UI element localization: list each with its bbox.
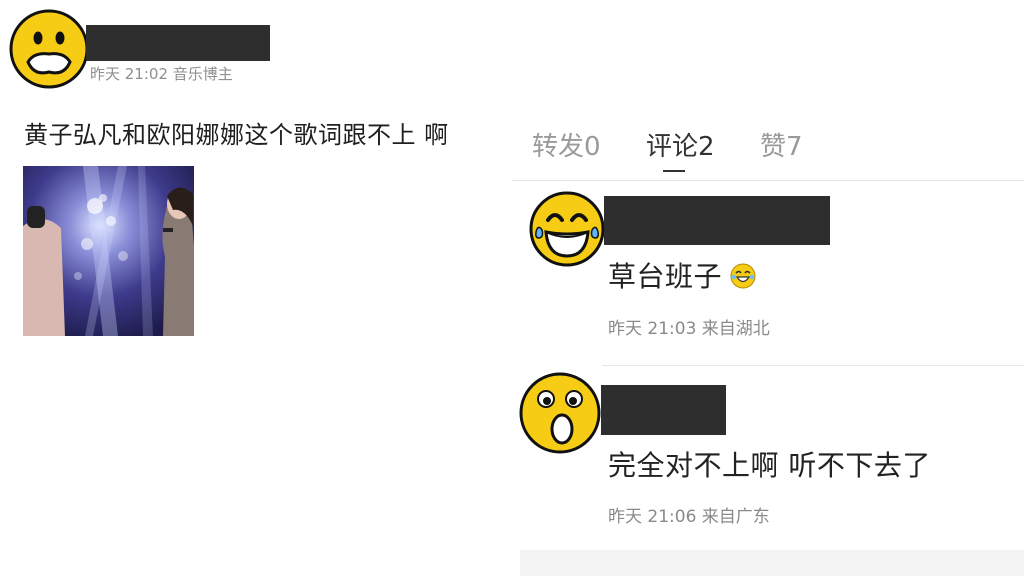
comment-meta: 昨天 21:03 来自湖北 <box>608 319 770 339</box>
post-text: 黄子弘凡和欧阳娜娜这个歌词跟不上 啊 <box>24 121 449 149</box>
avatar-shocked-emoji-icon[interactable] <box>518 371 602 455</box>
redacted-username <box>86 25 270 61</box>
footer-strip <box>520 550 1024 576</box>
comment-text: 完全对不上啊 听不下去了 <box>608 449 931 482</box>
comment-text: 草台班子 <box>608 260 723 293</box>
comment-meta: 昨天 21:06 来自广东 <box>608 507 770 527</box>
active-tab-indicator <box>663 170 685 172</box>
tab-like[interactable]: 赞7 <box>760 126 803 163</box>
comment-row: 草台班子 <box>608 255 757 295</box>
post-photo[interactable] <box>23 166 194 336</box>
redacted-username <box>601 385 726 435</box>
redacted-username <box>604 196 830 245</box>
avatar-tears-of-joy-emoji-icon[interactable] <box>528 190 606 268</box>
tab-comment[interactable]: 评论2 <box>646 126 715 163</box>
tab-repost[interactable]: 转发0 <box>532 126 601 163</box>
comment-divider <box>602 365 1024 366</box>
post-meta: 昨天 21:02 音乐博主 <box>90 65 233 83</box>
avatar-worried-emoji-icon[interactable] <box>8 8 90 90</box>
laughing-emoji-icon <box>729 262 757 294</box>
